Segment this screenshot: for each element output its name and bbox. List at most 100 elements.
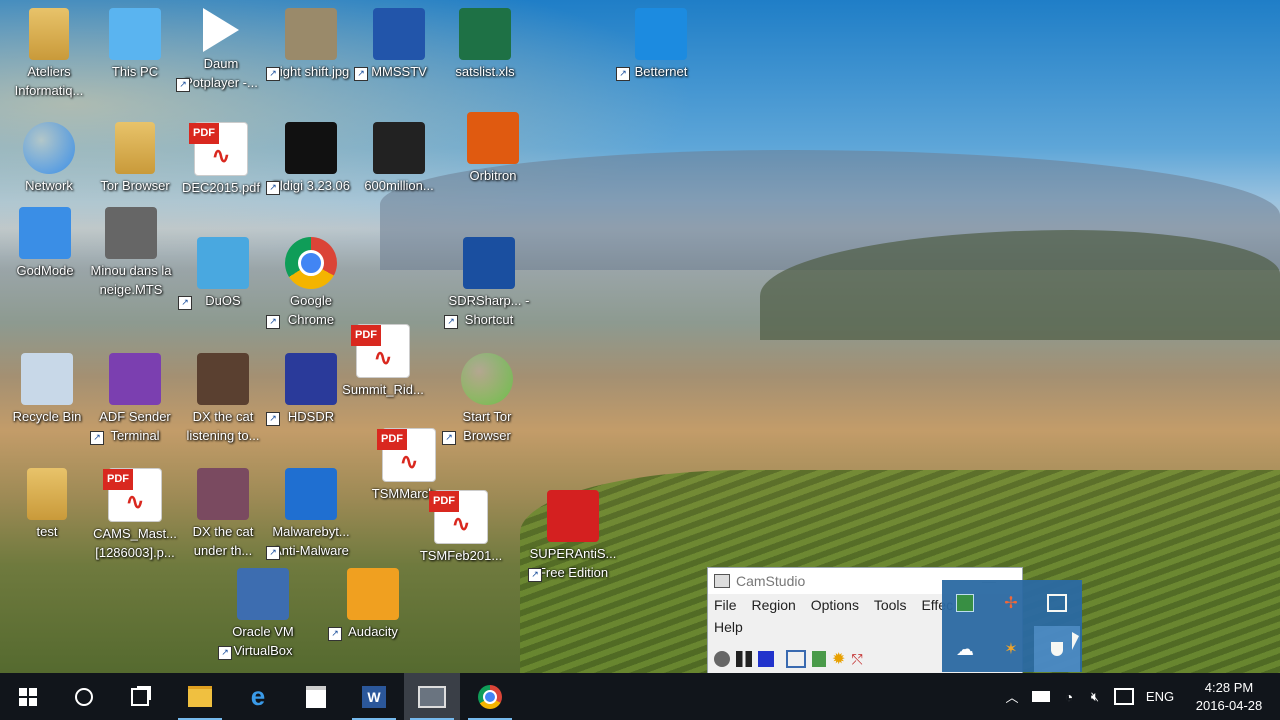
desktop-icon[interactable]: PDF ∿ TSMFeb201... (416, 490, 506, 565)
desktop-icon[interactable]: ↗ Fldigi 3.23.06 (266, 122, 356, 195)
tray-overflow-flyout: ✢ ☁ ✶ (942, 580, 1082, 672)
desktop-icon[interactable]: GodMode (0, 207, 90, 280)
tray-battery[interactable] (1028, 673, 1054, 720)
shortcut-arrow-icon: ↗ (90, 431, 104, 445)
pdf-icon: PDF ∿ (103, 468, 162, 522)
tray-orbitron-icon[interactable]: ✶ (988, 626, 1034, 672)
desktop-icon[interactable]: Ateliers Informatiq... (4, 8, 94, 100)
desktop-icon[interactable]: Tor Browser (90, 122, 180, 195)
tray-volume[interactable]: 🔇︎ (1082, 673, 1108, 720)
task-view-icon (131, 687, 149, 706)
desktop-icon-label: CAMS_Mast... [1286003].p... (93, 526, 177, 560)
malwarebytes-icon (285, 468, 337, 520)
desktop-icon[interactable]: ↗ night shift.jpg (266, 8, 356, 81)
camstudio-app-icon (714, 574, 730, 588)
annotation-icon[interactable] (812, 651, 826, 667)
shortcut-arrow-icon: ↗ (266, 181, 280, 195)
tray-clock[interactable]: 4:28 PM 2016-04-28 (1184, 673, 1274, 720)
volume-muted-icon: 🔇︎ (1090, 688, 1100, 704)
cortana-button[interactable] (56, 673, 112, 720)
desktop-icon[interactable]: ↗ SDRSharp... - Shortcut (444, 237, 534, 329)
taskbar-file-explorer[interactable] (172, 673, 228, 720)
chevron-up-icon: ︿ (1005, 690, 1019, 705)
desktop-icon[interactable]: ↗ Malwarebyt... Anti-Malware (266, 468, 356, 560)
pause-icon[interactable] (736, 651, 752, 667)
task-view-button[interactable] (112, 673, 168, 720)
taskbar-chrome[interactable] (462, 673, 518, 720)
desktop-icon[interactable]: ↗ Oracle VM VirtualBox (218, 568, 308, 660)
edge-icon: e (250, 681, 266, 711)
store-bag-icon (306, 685, 326, 708)
shortcut-arrow-icon: ↗ (354, 67, 368, 81)
pdf-badge: PDF (377, 429, 407, 450)
shortcut-arrow-icon: ↗ (178, 296, 192, 310)
desktop-icon[interactable]: Network (4, 122, 94, 195)
camstudio-toolbar: ✹ ⤲ (714, 648, 863, 670)
tray-language[interactable]: ENG (1140, 673, 1180, 720)
shortcut-arrow-icon: ↗ (266, 67, 280, 81)
tray-satellite-icon[interactable]: ✢ (988, 580, 1034, 626)
desktop-icon[interactable]: This PC (90, 8, 180, 81)
taskbar-store[interactable] (288, 673, 344, 720)
desktop-icon[interactable]: ↗ Google Chrome (266, 237, 356, 329)
desktop-icon[interactable]: ↗ Betternet (616, 8, 706, 81)
desktop-icon[interactable]: ↗ Start Tor Browser (442, 353, 532, 445)
desktop-icon[interactable]: DX the cat under th... (178, 468, 268, 560)
tray-window-icon[interactable] (1034, 580, 1080, 626)
shortcut-arrow-icon: ↗ (528, 568, 542, 582)
desktop-icon[interactable]: DX the cat listening to... (178, 353, 268, 445)
menu-tools[interactable]: Tools (874, 594, 907, 616)
desktop-icon[interactable]: PDF ∿ DEC2015.pdf (176, 122, 266, 197)
record-icon[interactable] (714, 651, 730, 667)
tray-action-center[interactable] (1110, 673, 1138, 720)
video-icon (105, 207, 157, 259)
tray-wifi[interactable]: ◔ (1056, 673, 1082, 720)
desktop-icon[interactable]: Orbitron (448, 112, 538, 185)
desktop-icon-label: GodMode (16, 263, 74, 278)
menu-region[interactable]: Region (751, 594, 795, 616)
tray-show-hidden-icons[interactable]: ︿ (1000, 673, 1024, 720)
screen-region-icon[interactable] (786, 650, 806, 668)
shortcut-arrow-icon: ↗ (176, 78, 190, 92)
desktop-icon[interactable]: ↗ SUPERAntiS... Free Edition (528, 490, 618, 582)
desktop-icon[interactable]: 600million... (354, 122, 444, 195)
desktop-icon-label: DX the cat under th... (192, 524, 254, 558)
desktop-icon[interactable]: ↗ Daum Potplayer -... (176, 8, 266, 92)
desktop-icon[interactable]: ↗ HDSDR (266, 353, 356, 426)
menu-file[interactable]: File (714, 594, 737, 616)
desktop-icon[interactable]: Recycle Bin (2, 353, 92, 426)
menu-help[interactable]: Help (714, 616, 743, 638)
desktop-icon[interactable]: Minou dans la neige.MTS (86, 207, 176, 299)
taskbar-word[interactable]: W (346, 673, 402, 720)
pdf-badge: PDF (351, 325, 381, 346)
desktop-icon[interactable]: test (2, 468, 92, 541)
desktop-icon[interactable]: ↗ Audacity (328, 568, 418, 641)
betternet-icon (635, 8, 687, 60)
desktop-icon[interactable]: ↗ MMSSTV (354, 8, 444, 81)
desktop-icon[interactable]: ↗ DuOS (178, 237, 268, 310)
stop-icon[interactable] (758, 651, 774, 667)
recycle-bin-icon (21, 353, 73, 405)
tray-app-green-icon[interactable] (942, 580, 988, 626)
desktop-icon-label: Orbitron (469, 168, 517, 183)
desktop-icon[interactable]: satslist.xls (440, 8, 530, 81)
shortcut-arrow-icon: ↗ (266, 546, 280, 560)
menu-options[interactable]: Options (811, 594, 859, 616)
excel-icon (459, 8, 511, 60)
shortcut-arrow-icon: ↗ (266, 412, 280, 426)
sstv-icon (373, 8, 425, 60)
tor-folder-icon (115, 122, 155, 174)
taskbar-edge[interactable]: e (230, 673, 286, 720)
hdsdr-icon (285, 353, 337, 405)
options-gear-icon[interactable]: ✹ (832, 649, 845, 669)
desktop-icon[interactable]: ↗ ADF Sender Terminal (90, 353, 180, 445)
tray-onedrive-icon[interactable]: ☁ (942, 626, 988, 672)
start-button[interactable] (0, 673, 56, 720)
desktop-icon[interactable]: PDF ∿ CAMS_Mast... [1286003].p... (90, 468, 180, 562)
taskbar-camstudio[interactable] (404, 673, 460, 720)
autopan-icon[interactable]: ⤲ (851, 651, 862, 668)
fldigi-icon (285, 122, 337, 174)
superantispyware-icon (547, 490, 599, 542)
duos-icon (197, 237, 249, 289)
desktop-icon-label: DEC2015.pdf (181, 180, 261, 195)
